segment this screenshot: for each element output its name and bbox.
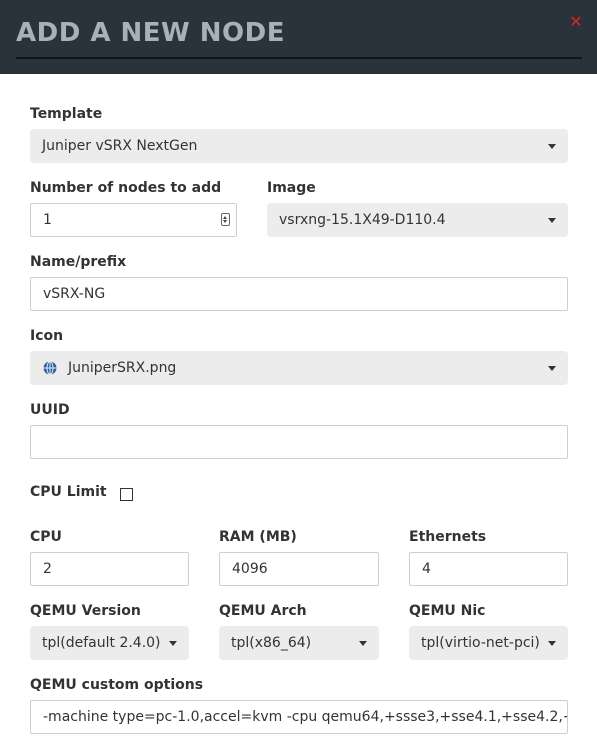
chevron-down-icon: [169, 641, 177, 646]
close-icon[interactable]: ✕: [568, 14, 584, 30]
template-label: Template: [30, 106, 103, 122]
cpu-value: 2: [43, 561, 52, 577]
ethernets-label: Ethernets: [409, 529, 487, 545]
nodes-count-value: 1: [43, 212, 52, 228]
dialog-header: ADD A NEW NODE ✕: [0, 0, 597, 74]
qemu-arch-value: tpl(x86_64): [231, 635, 312, 651]
cpu-label: CPU: [30, 529, 62, 545]
qemu-nic-label: QEMU Nic: [409, 603, 486, 619]
cpu-limit-label: CPU Limit: [30, 484, 107, 500]
uuid-input[interactable]: [30, 425, 568, 459]
chevron-down-icon: [548, 641, 556, 646]
ethernets-input[interactable]: 4: [409, 552, 568, 586]
chevron-down-icon: [548, 366, 556, 371]
qemu-version-label: QEMU Version: [30, 603, 141, 619]
cpu-limit-checkbox[interactable]: [120, 488, 133, 501]
icon-label: Icon: [30, 328, 64, 344]
uuid-label: UUID: [30, 402, 70, 418]
image-label: Image: [267, 180, 316, 196]
header-divider: [16, 57, 582, 59]
qemu-custom-label: QEMU custom options: [30, 677, 204, 693]
qemu-nic-select[interactable]: tpl(virtio-net-pci): [409, 626, 568, 660]
qemu-arch-select[interactable]: tpl(x86_64): [219, 626, 379, 660]
qemu-arch-label: QEMU Arch: [219, 603, 307, 619]
name-prefix-label: Name/prefix: [30, 254, 127, 270]
qemu-custom-value: -machine type=pc-1.0,accel=kvm -cpu qemu…: [43, 709, 567, 725]
ethernets-value: 4: [422, 561, 431, 577]
name-prefix-value: vSRX-NG: [43, 286, 106, 302]
icon-value: JuniperSRX.png: [68, 360, 177, 376]
nodes-count-stepper[interactable]: 1: [30, 203, 237, 237]
ram-input[interactable]: 4096: [219, 552, 379, 586]
dialog-title: ADD A NEW NODE: [16, 18, 285, 48]
qemu-custom-input[interactable]: -machine type=pc-1.0,accel=kvm -cpu qemu…: [30, 700, 568, 734]
chevron-down-icon: [359, 641, 367, 646]
template-select[interactable]: Juniper vSRX NextGen: [30, 129, 568, 163]
qemu-version-value: tpl(default 2.4.0): [42, 635, 161, 651]
nodes-count-label: Number of nodes to add: [30, 180, 222, 196]
ram-value: 4096: [232, 561, 268, 577]
image-value: vsrxng-15.1X49-D110.4: [279, 212, 446, 228]
icon-select[interactable]: JuniperSRX.png: [30, 351, 568, 385]
qemu-nic-value: tpl(virtio-net-pci): [421, 635, 540, 651]
spinner-icon[interactable]: [221, 213, 230, 226]
name-prefix-input[interactable]: vSRX-NG: [30, 277, 568, 311]
qemu-version-select[interactable]: tpl(default 2.4.0): [30, 626, 189, 660]
template-value: Juniper vSRX NextGen: [42, 138, 198, 154]
chevron-down-icon: [548, 144, 556, 149]
chevron-down-icon: [548, 218, 556, 223]
ram-label: RAM (MB): [219, 529, 297, 545]
image-select[interactable]: vsrxng-15.1X49-D110.4: [267, 203, 568, 237]
globe-icon: [43, 361, 57, 375]
cpu-input[interactable]: 2: [30, 552, 189, 586]
